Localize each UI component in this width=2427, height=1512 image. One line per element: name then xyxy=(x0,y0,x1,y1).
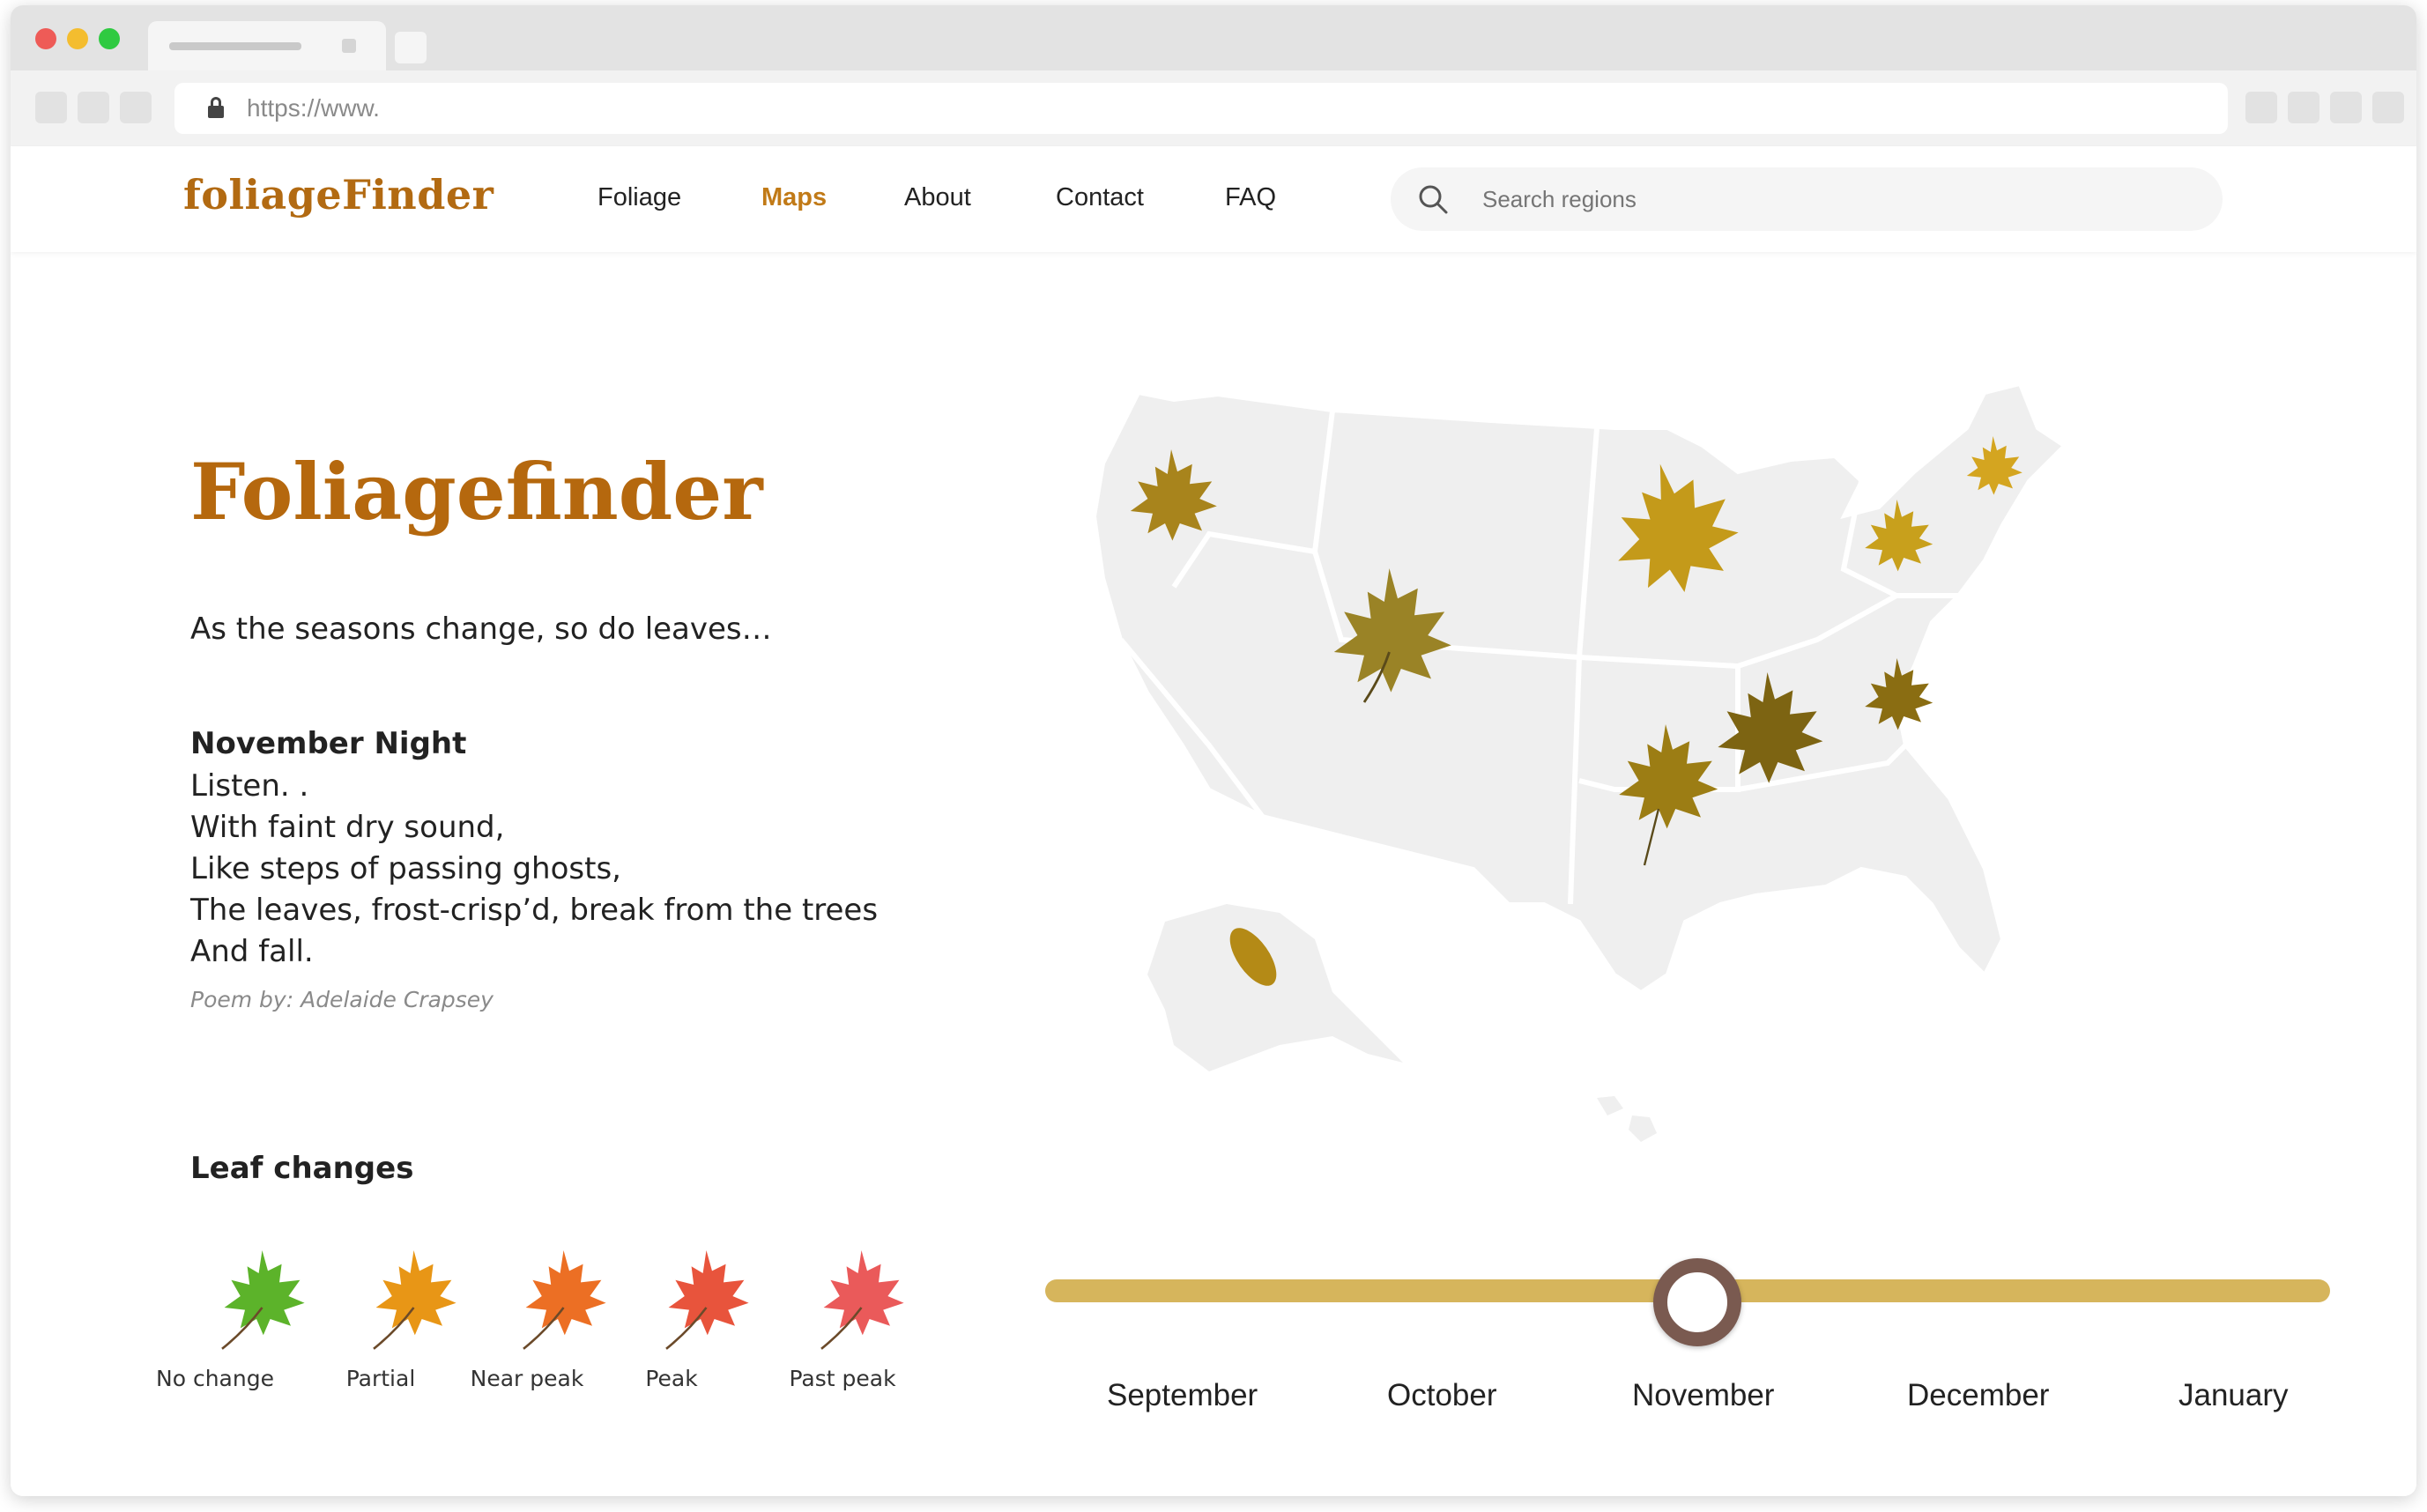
poem-line: And fall. xyxy=(190,934,314,969)
poem-line: With faint dry sound, xyxy=(190,810,505,845)
site-header: foliageFinder Foliage Maps About Contact… xyxy=(11,146,2416,252)
month-label-october[interactable]: October xyxy=(1387,1378,1497,1413)
legend-title: Leaf changes xyxy=(190,1151,414,1186)
search-icon[interactable] xyxy=(1417,183,1449,215)
extension-button-4[interactable] xyxy=(2372,92,2404,123)
legend-label-partial: Partial xyxy=(345,1366,416,1391)
tagline: As the seasons change, so do leaves… xyxy=(190,611,772,647)
new-tab-button[interactable] xyxy=(395,32,427,63)
poem-line: Like steps of passing ghosts, xyxy=(190,851,621,886)
us-foliage-map[interactable] xyxy=(1068,375,2249,1186)
browser-toolbar: https://www. xyxy=(11,70,2416,146)
forward-button[interactable] xyxy=(78,92,109,123)
poem-author: Poem by: Adelaide Crapsey xyxy=(190,987,494,1012)
partial-leaf-icon xyxy=(373,1250,456,1350)
past-peak-leaf-icon xyxy=(820,1250,904,1350)
nav-about[interactable]: About xyxy=(904,183,971,212)
nav-foliage[interactable]: Foliage xyxy=(597,183,681,212)
extension-button-2[interactable] xyxy=(2288,92,2319,123)
legend-label-no-change: No change xyxy=(156,1366,274,1391)
poem-title: November Night xyxy=(190,726,467,761)
month-label-december[interactable]: December xyxy=(1907,1378,2049,1413)
search-bar[interactable] xyxy=(1391,167,2223,231)
browser-tabbar xyxy=(11,5,2416,70)
back-button[interactable] xyxy=(35,92,67,123)
lock-icon xyxy=(208,97,224,120)
nav-faq[interactable]: FAQ xyxy=(1225,183,1276,212)
minimize-window-button[interactable] xyxy=(67,28,88,49)
month-slider-thumb[interactable] xyxy=(1653,1258,1741,1346)
legend-label-peak: Peak xyxy=(645,1366,698,1391)
alaska-region[interactable] xyxy=(1147,904,1403,1071)
hawaii-region[interactable] xyxy=(1597,1096,1657,1142)
browser-window: https://www. foliageFinder Foliage Maps … xyxy=(11,5,2416,1496)
tab-close-icon[interactable] xyxy=(342,39,356,53)
reload-button[interactable] xyxy=(120,92,152,123)
poem-line: Listen. . xyxy=(190,768,309,804)
browser-tab[interactable] xyxy=(148,21,386,70)
tab-title-placeholder xyxy=(169,42,301,50)
site-page: foliageFinder Foliage Maps About Contact… xyxy=(11,146,2416,1496)
legend-label-past-peak: Past peak xyxy=(789,1366,896,1391)
maximize-window-button[interactable] xyxy=(99,28,120,49)
month-label-september[interactable]: September xyxy=(1107,1378,1258,1413)
poem-line: The leaves, frost-crisp’d, break from th… xyxy=(190,893,879,928)
address-bar[interactable]: https://www. xyxy=(174,83,2228,134)
no-change-leaf-icon xyxy=(221,1250,305,1350)
extension-button-1[interactable] xyxy=(2245,92,2277,123)
near-peak-leaf-icon xyxy=(523,1250,606,1350)
url-text[interactable]: https://www. xyxy=(247,94,380,122)
peak-leaf-icon xyxy=(665,1250,749,1350)
extension-button-3[interactable] xyxy=(2330,92,2362,123)
month-label-november[interactable]: November xyxy=(1632,1378,1774,1413)
close-window-button[interactable] xyxy=(35,28,56,49)
nav-contact[interactable]: Contact xyxy=(1056,183,1144,212)
legend-label-near-peak: Near peak xyxy=(470,1366,584,1391)
search-input[interactable] xyxy=(1482,180,2170,219)
nav-maps[interactable]: Maps xyxy=(761,183,827,212)
page-title: Foliagefinder xyxy=(190,446,763,537)
month-label-january[interactable]: January xyxy=(2178,1378,2289,1413)
site-logo[interactable]: foliageFinder xyxy=(183,171,494,219)
